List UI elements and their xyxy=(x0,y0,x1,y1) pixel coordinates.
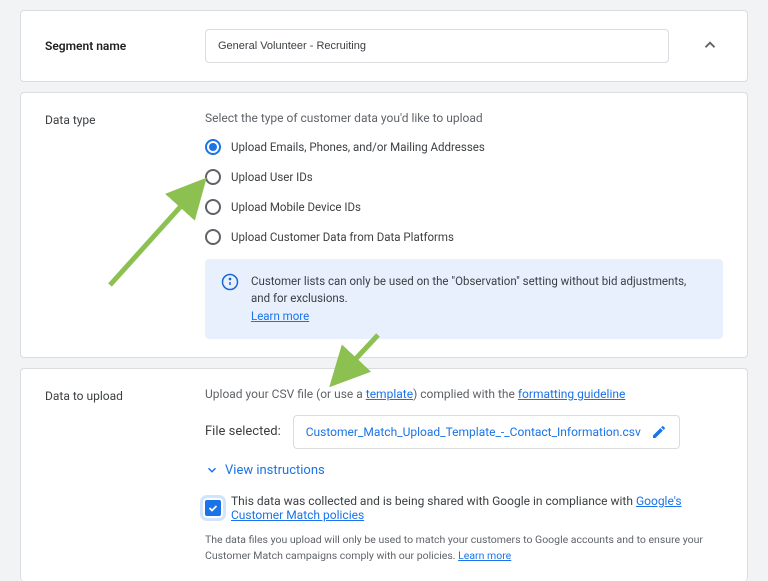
data-type-label: Data type xyxy=(45,111,185,339)
radio-label: Upload Mobile Device IDs xyxy=(231,200,361,214)
segment-label: Segment name xyxy=(45,39,185,53)
radio-option-mobile-ids[interactable]: Upload Mobile Device IDs xyxy=(205,199,723,215)
pencil-icon[interactable] xyxy=(651,424,667,440)
info-learn-more-link[interactable]: Learn more xyxy=(251,309,309,323)
fine-print: The data files you upload will only be u… xyxy=(205,532,723,564)
data-upload-label: Data to upload xyxy=(45,387,185,564)
data-upload-card: Data to upload Upload your CSV file (or … xyxy=(20,368,748,581)
compliance-row: This data was collected and is being sha… xyxy=(205,494,723,522)
template-link[interactable]: template xyxy=(366,387,413,401)
radio-option-emails[interactable]: Upload Emails, Phones, and/or Mailing Ad… xyxy=(205,139,723,155)
data-type-description: Select the type of customer data you'd l… xyxy=(205,111,723,125)
upload-desc-mid: ) complied with the xyxy=(413,387,518,401)
segment-name-card: Segment name xyxy=(20,10,748,82)
chevron-down-icon xyxy=(205,463,219,477)
view-instructions-label: View instructions xyxy=(225,463,325,478)
fine-print-learn-more-link[interactable]: Learn more xyxy=(458,549,511,562)
compliance-checkbox[interactable] xyxy=(205,500,221,516)
radio-icon xyxy=(205,199,221,215)
collapse-button[interactable] xyxy=(697,32,723,61)
info-text: Customer lists can only be used on the "… xyxy=(251,274,686,305)
formatting-guideline-link[interactable]: formatting guideline xyxy=(518,387,625,401)
upload-desc-pre: Upload your CSV file (or use a xyxy=(205,387,366,401)
file-selected-label: File selected: xyxy=(205,424,281,439)
radio-option-user-ids[interactable]: Upload User IDs xyxy=(205,169,723,185)
chevron-up-icon xyxy=(701,36,719,54)
upload-description: Upload your CSV file (or use a template)… xyxy=(205,387,723,401)
info-icon xyxy=(221,273,239,291)
fine-print-text: The data files you upload will only be u… xyxy=(205,533,703,562)
radio-icon xyxy=(205,139,221,155)
compliance-text-body: This data was collected and is being sha… xyxy=(231,494,636,508)
radio-label: Upload User IDs xyxy=(231,170,313,184)
info-banner: Customer lists can only be used on the "… xyxy=(205,259,723,339)
radio-icon xyxy=(205,169,221,185)
view-instructions-toggle[interactable]: View instructions xyxy=(205,463,723,478)
compliance-text: This data was collected and is being sha… xyxy=(231,494,723,522)
file-box: Customer_Match_Upload_Template_-_Contact… xyxy=(293,415,680,449)
file-selected-row: File selected: Customer_Match_Upload_Tem… xyxy=(205,415,723,449)
data-type-card: Data type Select the type of customer da… xyxy=(20,92,748,358)
radio-label: Upload Customer Data from Data Platforms xyxy=(231,230,454,244)
radio-label: Upload Emails, Phones, and/or Mailing Ad… xyxy=(231,140,485,154)
radio-icon xyxy=(205,229,221,245)
check-icon xyxy=(207,502,219,514)
segment-name-input[interactable] xyxy=(205,29,669,63)
file-name: Customer_Match_Upload_Template_-_Contact… xyxy=(306,425,641,439)
radio-option-data-platforms[interactable]: Upload Customer Data from Data Platforms xyxy=(205,229,723,245)
